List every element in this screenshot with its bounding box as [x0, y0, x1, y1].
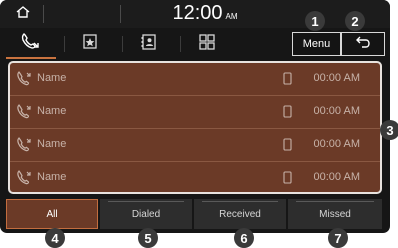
call-time: 00:00 AM [313, 105, 360, 117]
contact-name: Name [37, 105, 67, 117]
call-log-item[interactable]: Name 00:00 AM [10, 96, 380, 128]
home-icon [15, 5, 31, 24]
home-button[interactable] [9, 3, 37, 25]
call-filter-bar: All Dialed Received Missed [0, 199, 390, 229]
contact-name: Name [37, 138, 67, 150]
favorites-icon [82, 33, 100, 56]
tab-divider [64, 36, 65, 52]
status-divider [43, 5, 44, 23]
filter-received-button[interactable]: Received [194, 199, 286, 229]
contacts-icon [140, 33, 158, 56]
tab-keypad[interactable] [182, 29, 232, 59]
contact-name: Name [37, 171, 67, 183]
filter-top-line [108, 201, 184, 202]
phone-device-icon [283, 138, 292, 156]
back-arrow-icon [354, 35, 372, 54]
menu-button[interactable]: Menu [292, 32, 341, 56]
tab-divider [180, 36, 181, 52]
tab-call-history[interactable] [6, 29, 56, 59]
tab-favorites[interactable] [66, 29, 116, 59]
callout-badge: 7 [328, 228, 348, 248]
call-history-icon [20, 32, 42, 55]
callout-badge: 1 [305, 11, 325, 31]
back-button[interactable] [341, 32, 385, 56]
callout-badge: 4 [45, 228, 65, 248]
tab-bar: Menu [0, 29, 390, 59]
callout-badge: 3 [380, 120, 398, 140]
callout-badge: 6 [234, 228, 254, 248]
tab-contacts[interactable] [124, 29, 174, 59]
phone-device-icon [283, 72, 292, 90]
call-log-icon [16, 137, 32, 157]
call-time: 00:00 AM [313, 138, 360, 150]
filter-dialed-button[interactable]: Dialed [100, 199, 192, 229]
call-time: 00:00 AM [313, 72, 360, 84]
tab-divider [122, 36, 123, 52]
phone-device-icon [283, 105, 292, 123]
clock-ampm: AM [225, 12, 238, 21]
phone-device-icon [283, 171, 292, 189]
clock: 12:00 AM [150, 2, 260, 26]
phone-screen: 12:00 AM Menu Name 00:00 AM Name 00:00 A… [0, 0, 390, 233]
filter-missed-button[interactable]: Missed [288, 199, 382, 229]
call-log-icon [16, 104, 32, 124]
filter-top-line [202, 201, 278, 202]
call-history-list[interactable]: Name 00:00 AM Name 00:00 AM Name 00:00 A… [8, 61, 382, 194]
status-divider [120, 5, 121, 23]
status-bar: 12:00 AM [0, 0, 390, 28]
call-log-icon [16, 71, 32, 91]
keypad-icon [198, 33, 216, 56]
callout-badge: 2 [345, 11, 365, 31]
call-time: 00:00 AM [313, 171, 360, 183]
filter-all-button[interactable]: All [6, 199, 98, 229]
filter-top-line [296, 201, 374, 202]
call-log-item[interactable]: Name 00:00 AM [10, 162, 380, 192]
call-log-item[interactable]: Name 00:00 AM [10, 63, 380, 95]
contact-name: Name [37, 72, 67, 84]
call-log-item[interactable]: Name 00:00 AM [10, 129, 380, 161]
clock-time: 12:00 [172, 2, 223, 24]
callout-badge: 5 [138, 228, 158, 248]
call-log-icon [16, 170, 32, 190]
